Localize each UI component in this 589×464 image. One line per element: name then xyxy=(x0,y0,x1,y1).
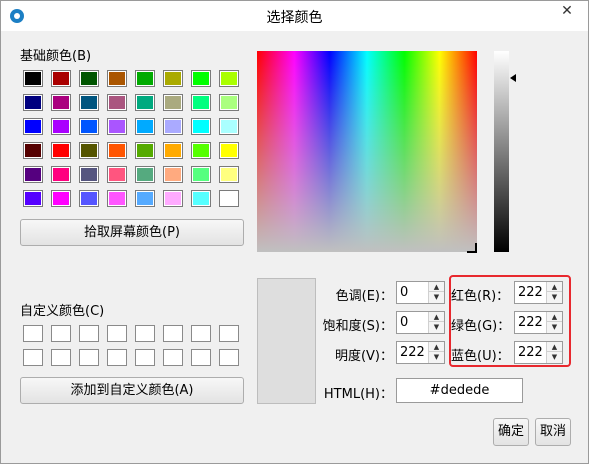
basic-color-swatch[interactable] xyxy=(51,118,71,135)
rgb-highlight-box xyxy=(449,275,571,367)
basic-color-swatch[interactable] xyxy=(191,142,211,159)
custom-color-swatch[interactable] xyxy=(191,325,211,342)
basic-color-swatch[interactable] xyxy=(163,94,183,111)
saturation-spinbox[interactable]: 0 ▲ ▼ xyxy=(396,311,445,334)
basic-color-swatch[interactable] xyxy=(163,190,183,207)
custom-color-swatch[interactable] xyxy=(135,349,155,366)
hue-spinbox[interactable]: 0 ▲ ▼ xyxy=(396,281,445,304)
hue-down-icon[interactable]: ▼ xyxy=(429,292,444,302)
custom-color-swatch[interactable] xyxy=(79,325,99,342)
basic-color-swatch[interactable] xyxy=(79,142,99,159)
basic-color-swatch[interactable] xyxy=(23,142,43,159)
basic-color-swatch[interactable] xyxy=(79,70,99,87)
luminance-slider[interactable] xyxy=(494,51,509,252)
basic-color-swatch[interactable] xyxy=(219,166,239,183)
basic-color-swatch[interactable] xyxy=(79,190,99,207)
basic-color-swatch[interactable] xyxy=(79,118,99,135)
close-button[interactable]: ✕ xyxy=(552,1,582,21)
basic-color-swatch[interactable] xyxy=(79,166,99,183)
basic-color-swatch[interactable] xyxy=(51,166,71,183)
basic-color-swatch[interactable] xyxy=(135,70,155,87)
html-label: HTML(H)： xyxy=(323,387,393,402)
ok-button[interactable]: 确定 xyxy=(493,418,529,446)
basic-color-swatch[interactable] xyxy=(107,190,127,207)
basic-color-swatch[interactable] xyxy=(163,118,183,135)
basic-color-swatch[interactable] xyxy=(51,94,71,111)
window-title: 选择颜色 xyxy=(266,10,323,26)
html-hex-input[interactable]: #dedede xyxy=(396,378,523,403)
basic-color-swatch[interactable] xyxy=(51,70,71,87)
basic-color-swatch[interactable] xyxy=(191,70,211,87)
saturation-value[interactable]: 0 xyxy=(400,315,408,330)
basic-color-swatch[interactable] xyxy=(107,142,127,159)
basic-color-swatch[interactable] xyxy=(191,190,211,207)
custom-color-swatch[interactable] xyxy=(51,325,71,342)
custom-color-swatch[interactable] xyxy=(107,349,127,366)
basic-color-swatch[interactable] xyxy=(163,70,183,87)
hue-up-icon[interactable]: ▲ xyxy=(429,282,444,292)
basic-color-swatch[interactable] xyxy=(23,118,43,135)
value-down-icon[interactable]: ▼ xyxy=(429,352,444,362)
basic-color-swatch[interactable] xyxy=(23,190,43,207)
basic-color-swatch[interactable] xyxy=(135,118,155,135)
basic-color-swatch[interactable] xyxy=(23,70,43,87)
custom-color-swatch[interactable] xyxy=(219,349,239,366)
custom-color-swatch[interactable] xyxy=(163,325,183,342)
saturation-up-icon[interactable]: ▲ xyxy=(429,312,444,322)
basic-color-swatch[interactable] xyxy=(107,70,127,87)
value-up-icon[interactable]: ▲ xyxy=(429,342,444,352)
basic-color-swatch[interactable] xyxy=(219,142,239,159)
basic-color-swatch[interactable] xyxy=(163,166,183,183)
custom-color-swatch[interactable] xyxy=(79,349,99,366)
custom-color-swatch[interactable] xyxy=(107,325,127,342)
basic-color-swatch[interactable] xyxy=(51,142,71,159)
custom-color-swatch[interactable] xyxy=(219,325,239,342)
basic-color-swatch[interactable] xyxy=(135,94,155,111)
cancel-button[interactable]: 取消 xyxy=(535,418,571,446)
saturation-label: 饱和度(S)： xyxy=(322,319,393,334)
saturation-down-icon[interactable]: ▼ xyxy=(429,322,444,332)
basic-color-swatch[interactable] xyxy=(51,190,71,207)
value-label: 明度(V)： xyxy=(334,349,393,364)
pick-screen-color-button[interactable]: 拾取屏幕颜色(P) xyxy=(20,219,244,246)
basic-color-swatch[interactable] xyxy=(191,118,211,135)
hue-saturation-picker[interactable] xyxy=(257,51,477,252)
basic-color-swatch[interactable] xyxy=(107,118,127,135)
custom-color-swatch[interactable] xyxy=(163,349,183,366)
basic-color-swatch[interactable] xyxy=(79,94,99,111)
hue-value[interactable]: 0 xyxy=(400,285,408,300)
color-dialog-window: 选择颜色 ✕ 基础颜色(B) 拾取屏幕颜色(P) 自定义颜色(C) 添加到自定义… xyxy=(0,0,589,464)
color-preview xyxy=(257,278,316,404)
basic-color-swatch[interactable] xyxy=(135,190,155,207)
basic-color-swatch[interactable] xyxy=(135,166,155,183)
custom-color-swatch[interactable] xyxy=(23,349,43,366)
value-value[interactable]: 222 xyxy=(400,345,425,360)
basic-colors-label: 基础颜色(B) xyxy=(20,49,92,64)
basic-color-swatch[interactable] xyxy=(23,166,43,183)
basic-color-swatch[interactable] xyxy=(107,166,127,183)
basic-color-swatch[interactable] xyxy=(219,70,239,87)
custom-color-swatch[interactable] xyxy=(23,325,43,342)
basic-color-swatch[interactable] xyxy=(23,94,43,111)
basic-color-swatch[interactable] xyxy=(163,142,183,159)
custom-color-swatch[interactable] xyxy=(51,349,71,366)
value-spinbox[interactable]: 222 ▲ ▼ xyxy=(396,341,445,364)
title-bar: 选择颜色 ✕ xyxy=(1,1,588,31)
basic-color-swatch[interactable] xyxy=(191,166,211,183)
custom-color-swatch[interactable] xyxy=(135,325,155,342)
custom-colors-label: 自定义颜色(C) xyxy=(20,304,105,319)
basic-color-swatch[interactable] xyxy=(219,94,239,111)
basic-color-swatch[interactable] xyxy=(135,142,155,159)
close-icon: ✕ xyxy=(561,3,573,19)
hue-label: 色调(E)： xyxy=(335,289,393,304)
basic-color-swatch[interactable] xyxy=(219,118,239,135)
basic-color-swatch[interactable] xyxy=(107,94,127,111)
custom-color-swatch[interactable] xyxy=(191,349,211,366)
picker-crosshair[interactable] xyxy=(467,243,477,253)
basic-color-swatch[interactable] xyxy=(191,94,211,111)
add-to-custom-colors-button[interactable]: 添加到自定义颜色(A) xyxy=(20,377,244,404)
luminance-arrow-icon[interactable] xyxy=(510,74,516,82)
basic-color-swatch[interactable] xyxy=(219,190,239,207)
